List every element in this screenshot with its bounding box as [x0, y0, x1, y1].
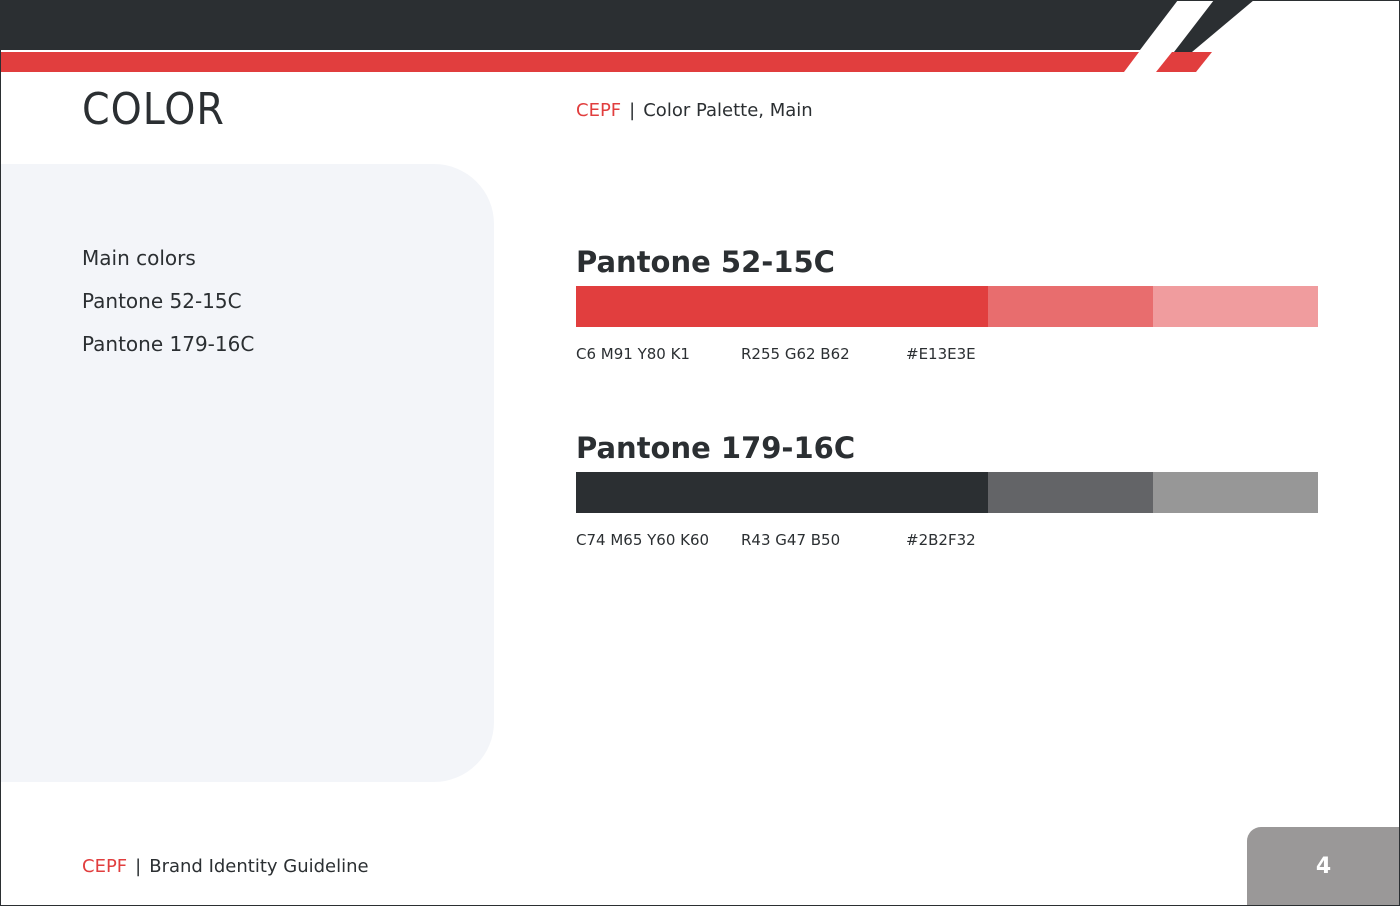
side-list-item: Pantone 179-16C: [82, 332, 255, 356]
swatch-group-red: Pantone 52-15C C6 M91 Y80 K1 R255 G62 B6…: [576, 244, 1318, 365]
footer-separator: |: [135, 856, 142, 877]
page-title: COLOR: [82, 84, 225, 135]
hex-value: #E13E3E: [906, 345, 976, 363]
cmyk-value: C74 M65 Y60 K60: [576, 531, 710, 549]
page-number-tab: 4: [1247, 827, 1400, 906]
brand-name: CEPF: [576, 100, 622, 121]
rgb-value: R43 G47 B50: [741, 531, 841, 549]
rgb-value: R255 G62 B62: [741, 345, 850, 363]
swatch-tint-50: [1153, 286, 1318, 327]
section-title: Color Palette, Main: [643, 100, 813, 121]
swatch-tint-100: [576, 472, 988, 513]
footer-title: Brand Identity Guideline: [149, 856, 369, 877]
side-list-item: Pantone 52-15C: [82, 289, 242, 313]
swatch-tint-75: [988, 286, 1153, 327]
color-codes: C6 M91 Y80 K1 R255 G62 B62 #E13E3E: [576, 345, 1318, 365]
footer-label: CEPF | Brand Identity Guideline: [82, 856, 369, 877]
header-stripe: [0, 0, 1400, 75]
swatch-tint-100: [576, 286, 988, 327]
swatch-tint-75: [988, 472, 1153, 513]
swatch-group-dark: Pantone 179-16C C74 M65 Y60 K60 R43 G47 …: [576, 430, 1318, 551]
footer-brand: CEPF: [82, 856, 128, 877]
swatch-bar: [576, 286, 1318, 327]
swatch-bar: [576, 472, 1318, 513]
page-number: 4: [1315, 854, 1332, 879]
section-breadcrumb: CEPF | Color Palette, Main: [576, 100, 813, 121]
swatch-tint-50: [1153, 472, 1318, 513]
color-codes: C74 M65 Y60 K60 R43 G47 B50 #2B2F32: [576, 531, 1318, 551]
swatch-name: Pantone 179-16C: [576, 431, 856, 465]
side-list: Main colors Pantone 52-15C Pantone 179-1…: [82, 244, 254, 373]
cmyk-value: C6 M91 Y80 K1: [576, 345, 690, 363]
separator: |: [629, 100, 636, 121]
hex-value: #2B2F32: [906, 531, 976, 549]
side-list-item: Main colors: [82, 246, 196, 270]
swatch-name: Pantone 52-15C: [576, 245, 835, 279]
